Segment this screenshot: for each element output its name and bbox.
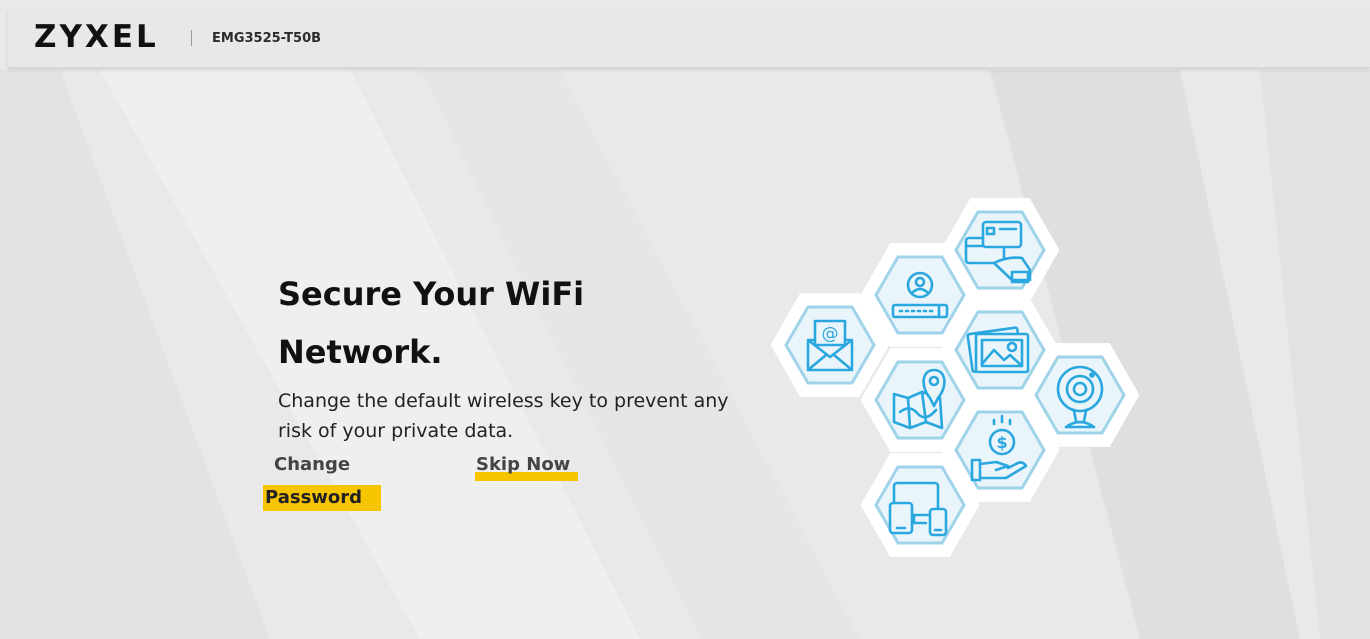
top-bar: ZYXEL EMG3525-T50B <box>8 8 1370 68</box>
page-title: Secure Your WiFi Network. <box>278 265 738 381</box>
title-line-1: Secure Your WiFi <box>278 275 585 313</box>
header-divider <box>191 30 192 46</box>
skip-now-link[interactable]: Skip Now <box>475 454 579 481</box>
svg-text:@: @ <box>822 324 839 344</box>
description-line-2: risk of your private data. <box>278 420 514 442</box>
zyxel-logo: ZYXEL <box>34 19 159 55</box>
change-password-link[interactable]: Change <box>274 454 350 475</box>
title-line-2: Network. <box>278 333 443 371</box>
model-name: EMG3525-T50B <box>212 31 322 46</box>
description-line-1: Change the default wireless key to preve… <box>278 390 729 412</box>
setup-page: ZYXEL EMG3525-T50B Secure Your WiFi Netw… <box>0 0 1370 639</box>
photo-gallery-icon <box>966 326 1030 374</box>
change-password-link-line-2[interactable]: Password <box>263 485 382 511</box>
description: Change the default wireless key to preve… <box>278 386 768 446</box>
svg-text:$: $ <box>996 433 1007 452</box>
security-illustration: @ $ <box>770 198 1140 557</box>
